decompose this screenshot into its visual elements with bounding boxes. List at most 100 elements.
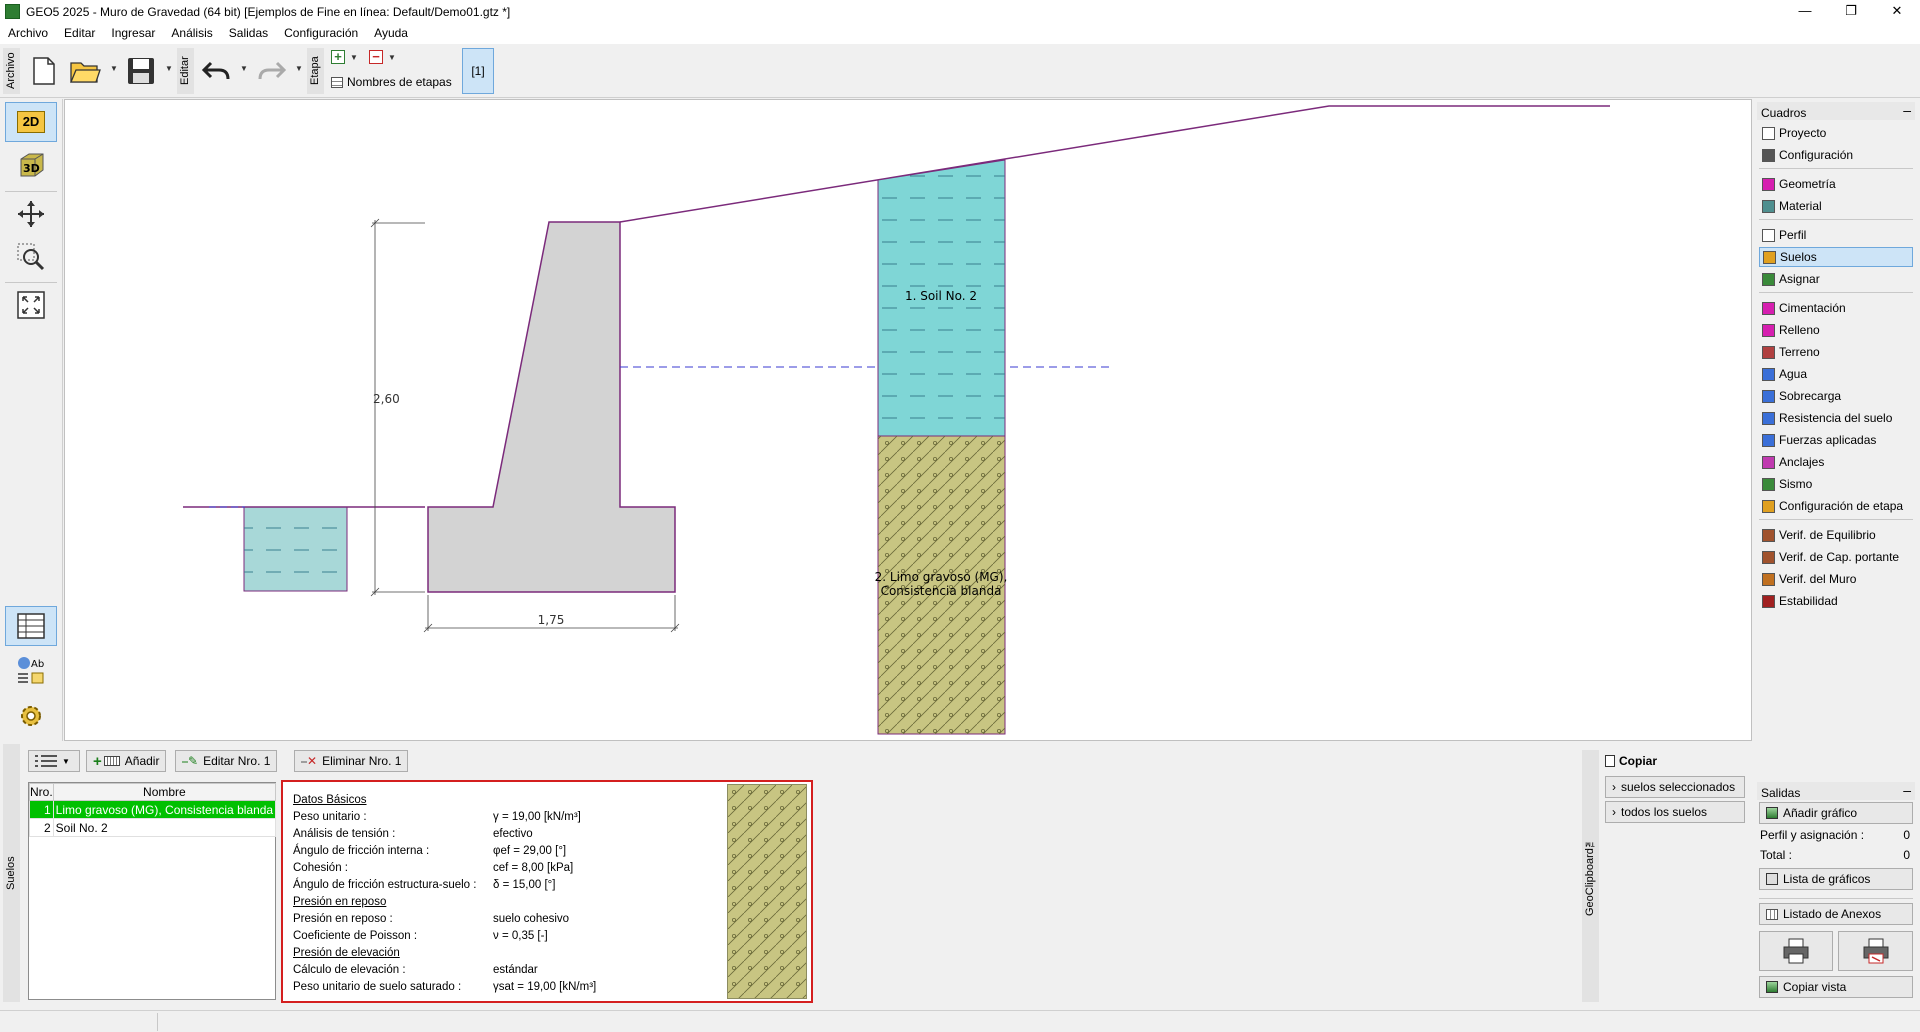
- frame-item-sismo[interactable]: Sismo: [1759, 474, 1913, 494]
- print-export-button[interactable]: [1838, 931, 1913, 971]
- profile-assignment-count: Perfil y asignación :0: [1760, 828, 1910, 842]
- view-3d-button[interactable]: 3D: [5, 146, 57, 186]
- undo-dropdown-icon[interactable]: ▼: [240, 64, 248, 73]
- menu-configuracion[interactable]: Configuración: [276, 23, 366, 40]
- frames-minimize-button[interactable]: –: [1903, 102, 1911, 118]
- frame-item-estabilidad[interactable]: Estabilidad: [1759, 591, 1913, 611]
- soil-upper-label: 1. Soil No. 2: [905, 289, 977, 303]
- table-grid-icon: [17, 613, 45, 639]
- frame-item-perfil[interactable]: Perfil: [1759, 225, 1913, 245]
- frame-item-terreno[interactable]: Terreno: [1759, 342, 1913, 362]
- geometry-icon: [1762, 177, 1775, 191]
- pictures-icon: [1766, 873, 1778, 885]
- add-stage-icon[interactable]: +: [331, 50, 345, 64]
- window-title: GEO5 2025 - Muro de Gravedad (64 bit) [E…: [26, 5, 511, 19]
- terrain-icon: [1762, 345, 1775, 359]
- undo-icon[interactable]: [199, 54, 233, 88]
- row-name: Limo gravoso (MG), Consistencia blanda: [52, 800, 277, 819]
- frame-item-configuracion[interactable]: Configuración: [1759, 145, 1913, 165]
- save-icon[interactable]: [124, 54, 158, 88]
- remove-stage-dropdown-icon[interactable]: ▼: [388, 53, 396, 62]
- menu-editar[interactable]: Editar: [56, 23, 103, 40]
- move-button[interactable]: [5, 194, 57, 234]
- edit-soil-button[interactable]: ⎯✎ Editar Nro. 1: [175, 750, 278, 772]
- profile-icon: [1762, 228, 1775, 242]
- copy-all-soils-button[interactable]: › todos los suelos: [1605, 801, 1745, 823]
- close-button[interactable]: ✕: [1874, 0, 1920, 23]
- frame-item-sobrecarga[interactable]: Sobrecarga: [1759, 386, 1913, 406]
- frame-item-agua[interactable]: Agua: [1759, 364, 1913, 384]
- frame-item-label: Proyecto: [1779, 126, 1827, 140]
- detail-value: cef = 8,00 [kPa]: [493, 862, 574, 874]
- remove-stage-icon[interactable]: −: [369, 50, 383, 64]
- view-2d-button[interactable]: 2D: [5, 102, 57, 142]
- minimize-button[interactable]: —: [1782, 0, 1828, 23]
- frame-item-verif-de-equilibrio[interactable]: Verif. de Equilibrio: [1759, 525, 1913, 545]
- soil-lower-label-2: Consistencia blanda: [881, 584, 1002, 598]
- restore-button[interactable]: ❐: [1828, 0, 1874, 23]
- menu-archivo[interactable]: Archivo: [0, 23, 56, 40]
- tables-view-button[interactable]: [5, 606, 57, 646]
- frame-item-material[interactable]: Material: [1759, 196, 1913, 216]
- printer-icon: [1783, 938, 1809, 964]
- frame-item-cimentacion[interactable]: Cimentación: [1759, 298, 1913, 318]
- menu-analisis[interactable]: Análisis: [163, 23, 220, 40]
- open-folder-icon[interactable]: [68, 54, 102, 88]
- outputs-minimize-button[interactable]: –: [1903, 782, 1911, 798]
- detail-value: γ = 19,00 [kN/m³]: [493, 811, 581, 823]
- menu-ayuda[interactable]: Ayuda: [366, 23, 416, 40]
- zoom-extents-button[interactable]: [5, 285, 57, 325]
- save-dropdown-icon[interactable]: ▼: [165, 64, 173, 73]
- menu-ingresar[interactable]: Ingresar: [103, 23, 163, 40]
- delete-soil-button[interactable]: ⎯✕ Eliminar Nro. 1: [294, 750, 409, 772]
- copy-selected-soils-button[interactable]: › suelos seleccionados: [1605, 776, 1745, 798]
- frame-item-label: Agua: [1779, 367, 1808, 381]
- frame-item-proyecto[interactable]: Proyecto: [1759, 123, 1913, 143]
- fit-view-icon: [17, 291, 45, 319]
- frame-item-verif-de-cap-portante[interactable]: Verif. de Cap. portante: [1759, 547, 1913, 567]
- graphics-list-button[interactable]: Lista de gráficos: [1759, 868, 1913, 890]
- frame-item-anclajes[interactable]: Anclajes: [1759, 452, 1913, 472]
- frame-item-suelos[interactable]: Suelos: [1759, 247, 1913, 267]
- assign-icon: [1762, 272, 1775, 286]
- frame-item-geometria[interactable]: Geometría: [1759, 174, 1913, 194]
- add-graphic-button[interactable]: Añadir gráfico: [1759, 802, 1913, 824]
- add-soil-button[interactable]: + Añadir: [86, 750, 167, 772]
- frame-item-label: Perfil: [1779, 228, 1807, 242]
- open-dropdown-icon[interactable]: ▼: [110, 64, 118, 73]
- frame-item-label: Verif. de Cap. portante: [1779, 550, 1900, 564]
- zoom-window-button[interactable]: [5, 237, 57, 277]
- frame-item-label: Fuerzas aplicadas: [1779, 433, 1877, 447]
- frame-item-fuerzas-aplicadas[interactable]: Fuerzas aplicadas: [1759, 430, 1913, 450]
- table-row[interactable]: 1 Limo gravoso (MG), Consistencia blanda: [29, 800, 277, 819]
- styles-button[interactable]: Ab: [5, 650, 57, 690]
- detail-row: Ángulo de fricción interna : φef = 29,00 …: [293, 843, 721, 860]
- annex-list-button[interactable]: Listado de Anexos: [1759, 903, 1913, 925]
- geoclipboard-vertical-tab[interactable]: GeoClipboard™: [1582, 750, 1599, 1002]
- frame-item-relleno[interactable]: Relleno: [1759, 320, 1913, 340]
- stage-names-button[interactable]: Nombres de etapas: [331, 75, 452, 89]
- settings-button[interactable]: [5, 696, 57, 736]
- frame-item-verif-del-muro[interactable]: Verif. del Muro: [1759, 569, 1913, 589]
- table-icon: [331, 76, 343, 88]
- list-view-button[interactable]: ▼: [28, 750, 80, 772]
- detail-label: Análisis de tensión :: [293, 828, 396, 840]
- column-header-no[interactable]: Nro.: [29, 783, 54, 801]
- table-row[interactable]: 2 Soil No. 2: [29, 818, 277, 837]
- column-header-name[interactable]: Nombre: [52, 783, 277, 801]
- drawing-canvas[interactable]: 1. Soil No. 2 2. Limo gravoso (MG), Cons…: [64, 99, 1752, 741]
- frame-item-label: Anclajes: [1779, 455, 1825, 469]
- detail-value: δ = 15,00 [°]: [493, 879, 556, 891]
- add-stage-dropdown-icon[interactable]: ▼: [350, 53, 358, 62]
- new-file-icon[interactable]: [27, 54, 61, 88]
- copy-view-button[interactable]: Copiar vista: [1759, 976, 1913, 998]
- stage-1-button[interactable]: [1]: [462, 48, 494, 94]
- frame-item-resistencia-del-suelo[interactable]: Resistencia del suelo: [1759, 408, 1913, 428]
- menu-salidas[interactable]: Salidas: [221, 23, 276, 40]
- print-button[interactable]: [1759, 931, 1833, 971]
- list-table-icon: [1766, 908, 1778, 920]
- frame-item-asignar[interactable]: Asignar: [1759, 269, 1913, 289]
- styles-icon: Ab: [18, 657, 44, 684]
- frame-item-configuracion-de-etapa[interactable]: Configuración de etapa: [1759, 496, 1913, 516]
- front-soil-pattern: [244, 507, 347, 591]
